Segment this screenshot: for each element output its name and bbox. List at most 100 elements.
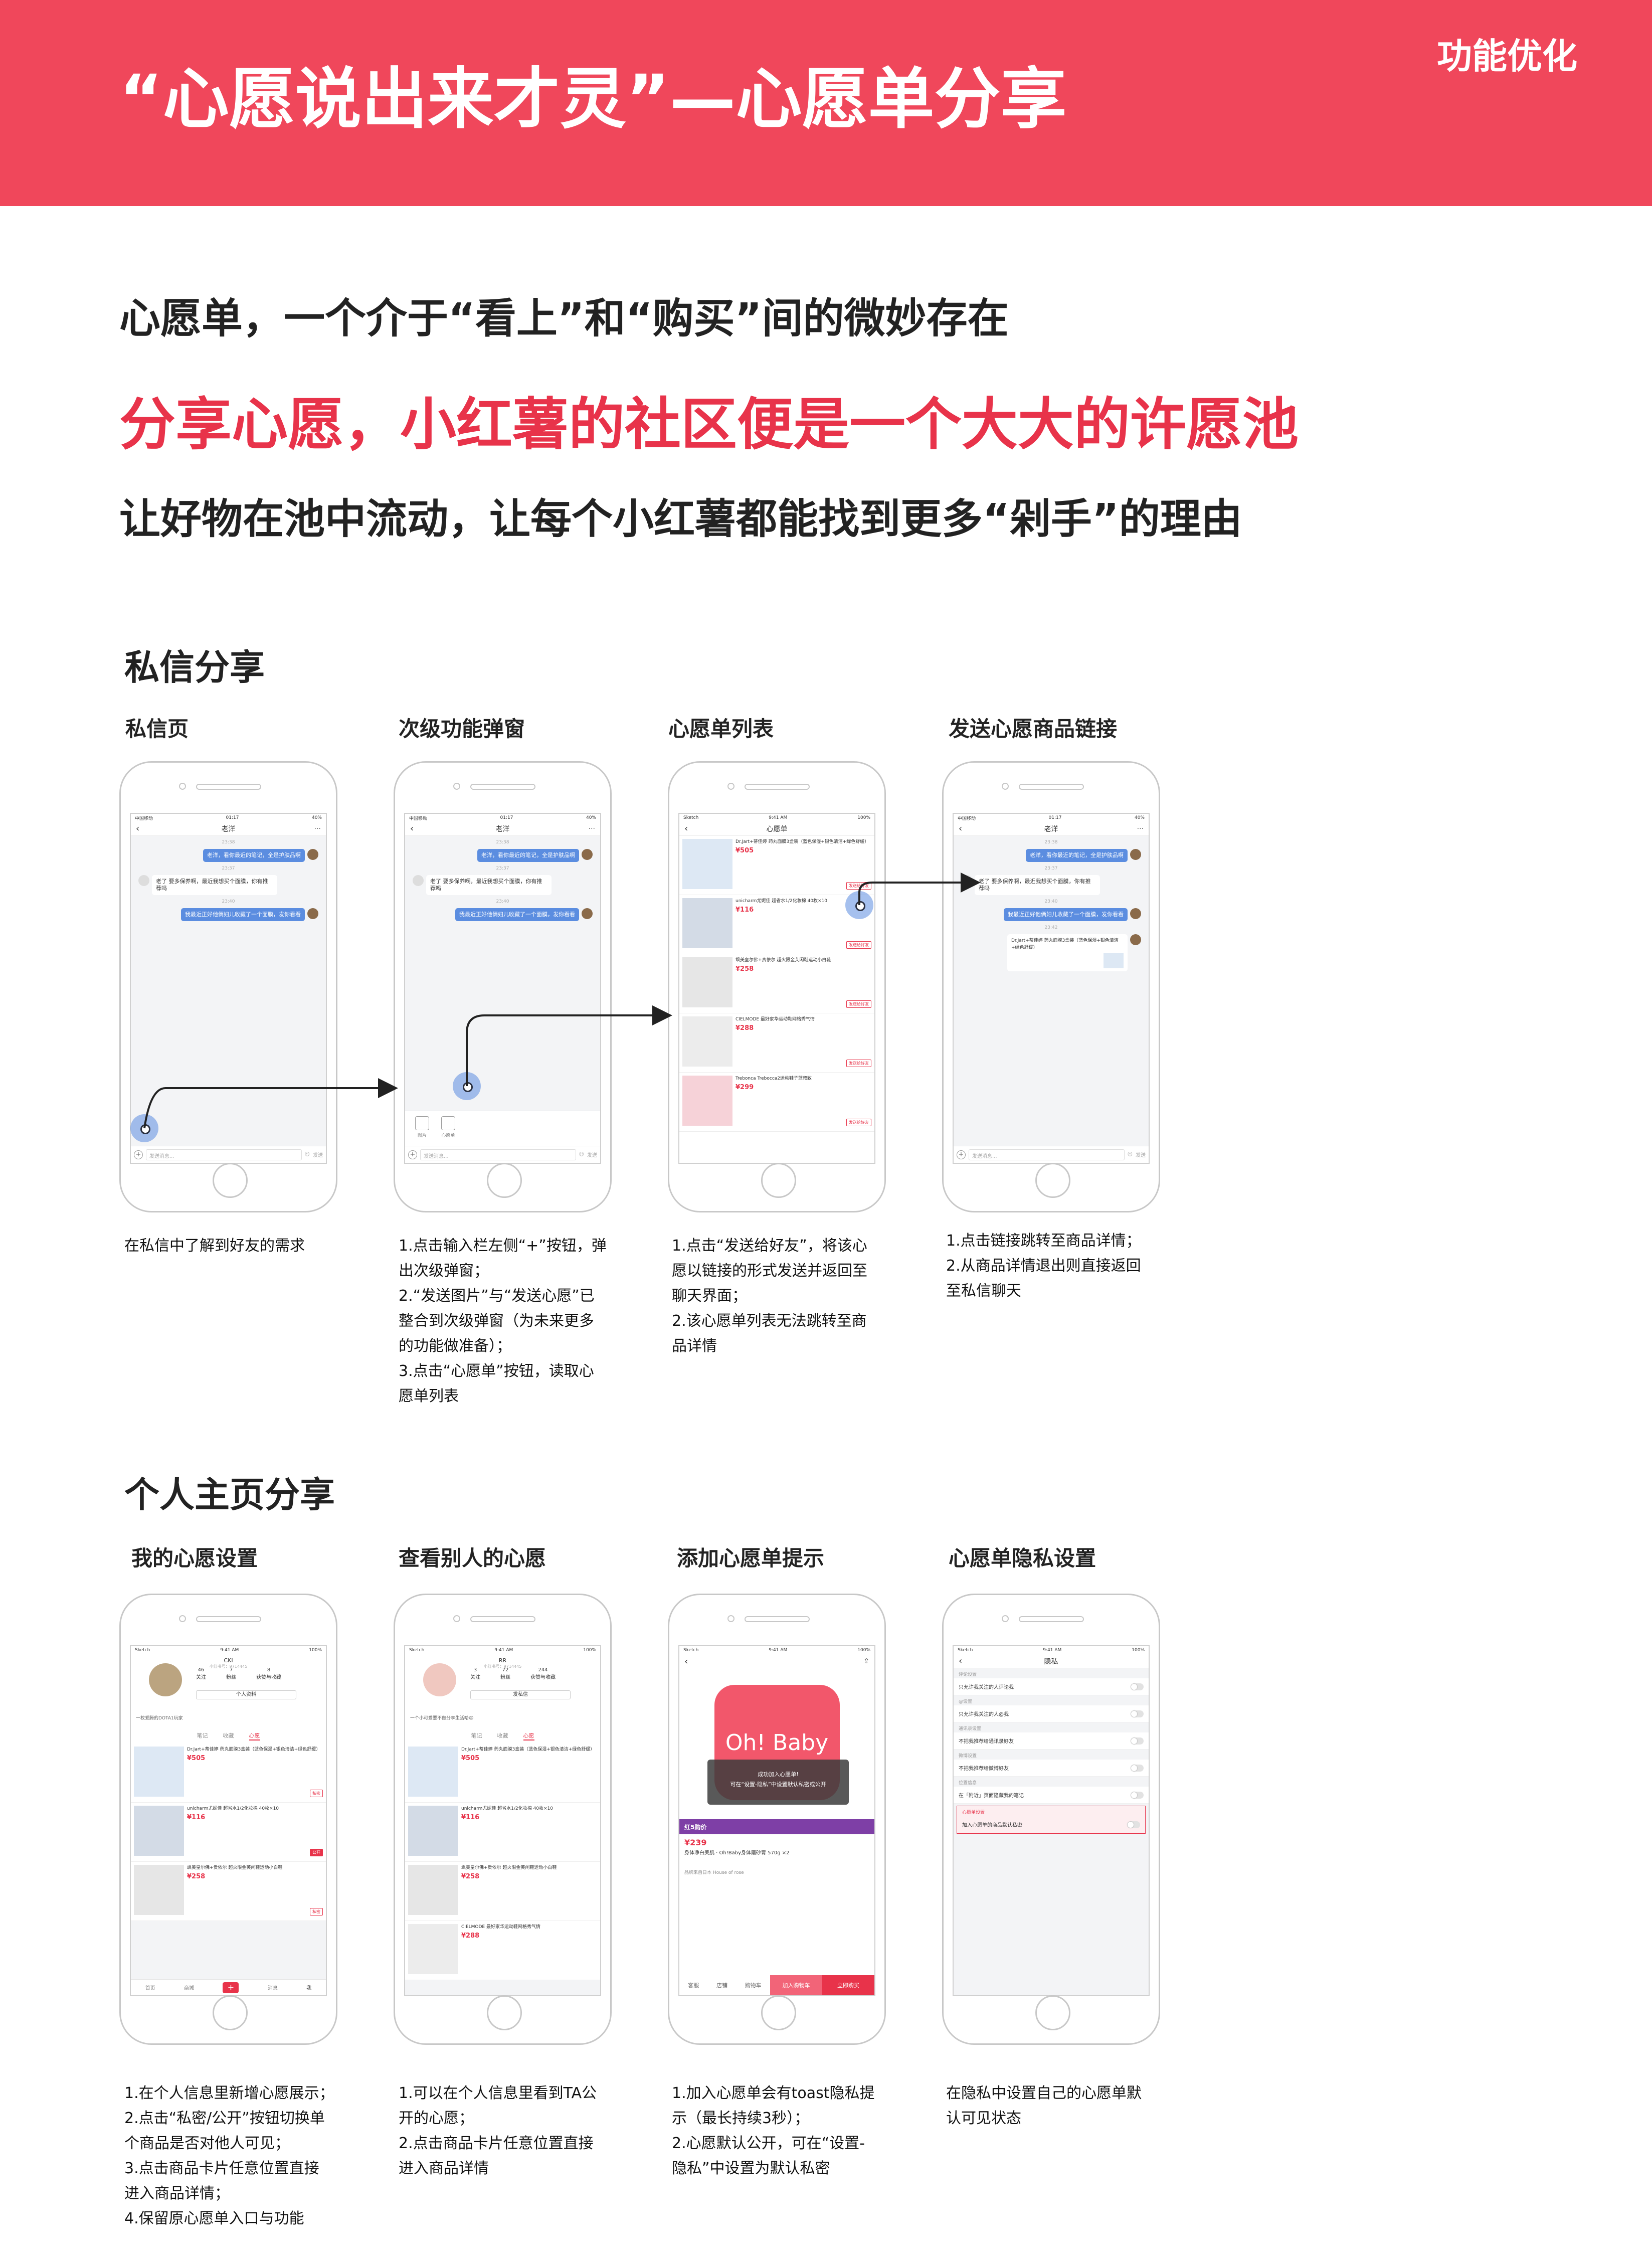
product-name: 飒美皇尔佛+贵依尔 超火限金芙闲鞋运动小白鞋 bbox=[187, 1865, 283, 1870]
desc-line: 开的心愿； bbox=[399, 2110, 474, 2127]
product-image bbox=[408, 1806, 458, 1856]
edit-profile-button[interactable]: 个人资料 bbox=[196, 1690, 296, 1699]
camera bbox=[1002, 1615, 1009, 1622]
desc-line: 1.可以在个人信息里看到TA公 bbox=[399, 2084, 597, 2102]
stat[interactable]: 72 粉丝 bbox=[500, 1667, 510, 1680]
speaker bbox=[1019, 1616, 1084, 1622]
stat[interactable]: 244 获赞与收藏 bbox=[530, 1667, 556, 1680]
add-to-cart-button[interactable]: 加入购物车 bbox=[770, 1975, 822, 1995]
profile-name: CKI bbox=[224, 1657, 233, 1664]
tab-mall[interactable]: 商城 bbox=[184, 1984, 194, 1991]
back-icon[interactable]: ‹ bbox=[684, 1656, 688, 1667]
tab-notes[interactable]: 笔记 bbox=[197, 1731, 208, 1740]
toggle-switch[interactable] bbox=[1131, 1710, 1144, 1717]
carrier: Sketch bbox=[683, 1648, 699, 1653]
tab-notes[interactable]: 笔记 bbox=[471, 1731, 482, 1740]
privacy-title: 隐私 bbox=[1044, 1657, 1058, 1666]
speaker bbox=[745, 1616, 810, 1622]
setting-row[interactable]: 不把我推荐给通讯录好友 bbox=[954, 1732, 1149, 1750]
store-icon[interactable]: 店铺 bbox=[716, 1981, 727, 1989]
home-button[interactable] bbox=[1035, 1995, 1070, 2030]
product-origin: 品牌来自日本 House of rose bbox=[684, 1870, 744, 1875]
home-button[interactable] bbox=[761, 1995, 796, 2030]
camera bbox=[453, 1615, 460, 1622]
stat[interactable]: 46 关注 bbox=[196, 1667, 206, 1680]
desc-line: 在私信中了解到好友的需求 bbox=[124, 1237, 305, 1255]
toggle-switch[interactable] bbox=[1131, 1764, 1144, 1772]
tab-home[interactable]: 首页 bbox=[145, 1984, 155, 1991]
tab-collect[interactable]: 收藏 bbox=[223, 1731, 234, 1740]
service-icon[interactable]: 客服 bbox=[688, 1981, 699, 1989]
list-item[interactable]: 飒美皇尔佛+贵依尔 超火限金芙闲鞋运动小白鞋 ¥258 bbox=[405, 1862, 600, 1921]
setting-row[interactable]: 加入心愿单的商品默认私密 bbox=[957, 1816, 1145, 1833]
setting-row[interactable]: 只允许我关注的人评论我 bbox=[954, 1678, 1149, 1695]
message-button[interactable]: 发私信 bbox=[470, 1690, 571, 1699]
list-item[interactable]: 飒美皇尔佛+贵依尔 超火限金芙闲鞋运动小白鞋 ¥258 私密 bbox=[131, 1862, 326, 1921]
tab-collect[interactable]: 收藏 bbox=[497, 1731, 508, 1740]
col-title: 我的心愿设置 bbox=[131, 1546, 258, 1571]
desc-line: 2.点击“私密/公开”按钮切换单 bbox=[124, 2110, 325, 2127]
product-price: ¥258 bbox=[461, 1873, 480, 1880]
private-toggle-button[interactable]: 私密 bbox=[310, 1790, 323, 1797]
description: 1.点击输入栏左侧“+”按钮，弹 出次级弹窗； 2.“发送图片”与“发送心愿”已 整合… bbox=[399, 1234, 614, 1409]
buy-now-button[interactable]: 立即购买 bbox=[822, 1975, 874, 1995]
clock: 9:41 AM bbox=[494, 1648, 513, 1653]
setting-label: 只允许我关注的人评论我 bbox=[959, 1685, 1014, 1690]
tab-wish[interactable]: 心愿 bbox=[249, 1731, 260, 1740]
battery: 100% bbox=[583, 1648, 596, 1653]
desc-line: 进入商品详情 bbox=[399, 2160, 489, 2177]
cart-icon[interactable]: 购物车 bbox=[745, 1981, 762, 1989]
stat-value: 7 bbox=[229, 1667, 233, 1673]
public-toggle-button[interactable]: 公开 bbox=[310, 1849, 323, 1856]
desc-line: 的功能做准备）； bbox=[399, 1337, 511, 1355]
tab-me[interactable]: 我 bbox=[306, 1984, 311, 1991]
toast-title: 成功加入心愿单! bbox=[758, 1771, 799, 1778]
profile-bio: 一个小可爱要不做分享生活哈😊 bbox=[410, 1716, 474, 1721]
product-name: 身体净白美肌 · Oh!Baby身体磨砂膏 570g ×2 bbox=[684, 1850, 790, 1856]
section-title-profile-share: 个人主页分享 bbox=[124, 1474, 335, 1515]
share-icon[interactable]: ⇪ bbox=[863, 1657, 869, 1665]
list-item[interactable]: CIELMODE 最好家华运动鞋网格秀气情 ¥288 bbox=[405, 1921, 600, 1980]
avatar[interactable] bbox=[423, 1663, 456, 1696]
camera bbox=[179, 1615, 186, 1622]
description: 1.可以在个人信息里看到TA公 开的心愿； 2.点击商品卡片任意位置直接 进入商品详情 bbox=[399, 2081, 614, 2181]
private-toggle-button[interactable]: 私密 bbox=[310, 1908, 323, 1915]
toggle-switch[interactable] bbox=[1131, 1791, 1144, 1799]
stat[interactable]: 3 关注 bbox=[470, 1667, 480, 1680]
setting-row[interactable]: 在「附近」页面隐藏我的笔记 bbox=[954, 1787, 1149, 1804]
list-item[interactable]: Dr.Jart+蒂佳婷 药丸面膜3盒装（蓝色保湿+银色清洁+绿色舒缓） ¥505 私… bbox=[131, 1744, 326, 1803]
desc-line: 出次级弹窗； bbox=[399, 1262, 489, 1280]
desc-line: 示（最长持续3秒）； bbox=[672, 2110, 810, 2127]
home-button[interactable] bbox=[487, 1995, 522, 2030]
description: 在私信中了解到好友的需求 bbox=[124, 1234, 340, 1259]
home-button[interactable] bbox=[213, 1995, 248, 2030]
group-label: @设置 bbox=[959, 1699, 973, 1704]
avatar[interactable] bbox=[149, 1663, 182, 1696]
camera bbox=[727, 1615, 735, 1622]
list-item[interactable]: unicharm尤妮佳 超省水1/2化妆棉 40枚×10 ¥116 公开 bbox=[131, 1803, 326, 1862]
toggle-switch[interactable] bbox=[1131, 1737, 1144, 1745]
phone-privacy: Sketch 9:41 AM 100% ‹ 隐私 评论设置 只允许我关注的人评论我 @… bbox=[942, 1594, 1160, 2045]
desc-line: 愿单列表 bbox=[399, 1387, 459, 1405]
product-price: ¥505 bbox=[187, 1755, 206, 1762]
stat-label: 获赞与收藏 bbox=[256, 1675, 281, 1680]
stat[interactable]: 7 粉丝 bbox=[226, 1667, 236, 1680]
list-item[interactable]: unicharm尤妮佳 超省水1/2化妆棉 40枚×10 ¥116 bbox=[405, 1803, 600, 1862]
speaker bbox=[470, 1616, 535, 1622]
back-icon[interactable]: ‹ bbox=[959, 1656, 962, 1666]
add-post-button[interactable]: + bbox=[223, 1982, 239, 1993]
tab-messages[interactable]: 消息 bbox=[268, 1984, 278, 1991]
setting-row[interactable]: 只允许我关注的人@我 bbox=[954, 1705, 1149, 1722]
setting-row[interactable]: 不把我推荐给微博好友 bbox=[954, 1760, 1149, 1777]
stat-value: 72 bbox=[502, 1667, 509, 1673]
toggle-switch[interactable] bbox=[1131, 1683, 1144, 1690]
product-image bbox=[408, 1747, 458, 1797]
stat[interactable]: 8 获赞与收藏 bbox=[256, 1667, 281, 1680]
desc-line: 4.保留原心愿单入口与功能 bbox=[124, 2210, 304, 2227]
col-title: 查看别人的心愿 bbox=[399, 1546, 546, 1571]
tab-wish[interactable]: 心愿 bbox=[523, 1731, 534, 1740]
toggle-switch[interactable] bbox=[1127, 1821, 1140, 1828]
desc-line: 隐私”中设置为默认私密 bbox=[672, 2160, 830, 2177]
desc-line: 个商品是否对他人可见； bbox=[124, 2135, 290, 2152]
list-item[interactable]: Dr.Jart+蒂佳婷 药丸面膜3盒装（蓝色保湿+银色清洁+绿色舒缓） ¥505 bbox=[405, 1744, 600, 1803]
